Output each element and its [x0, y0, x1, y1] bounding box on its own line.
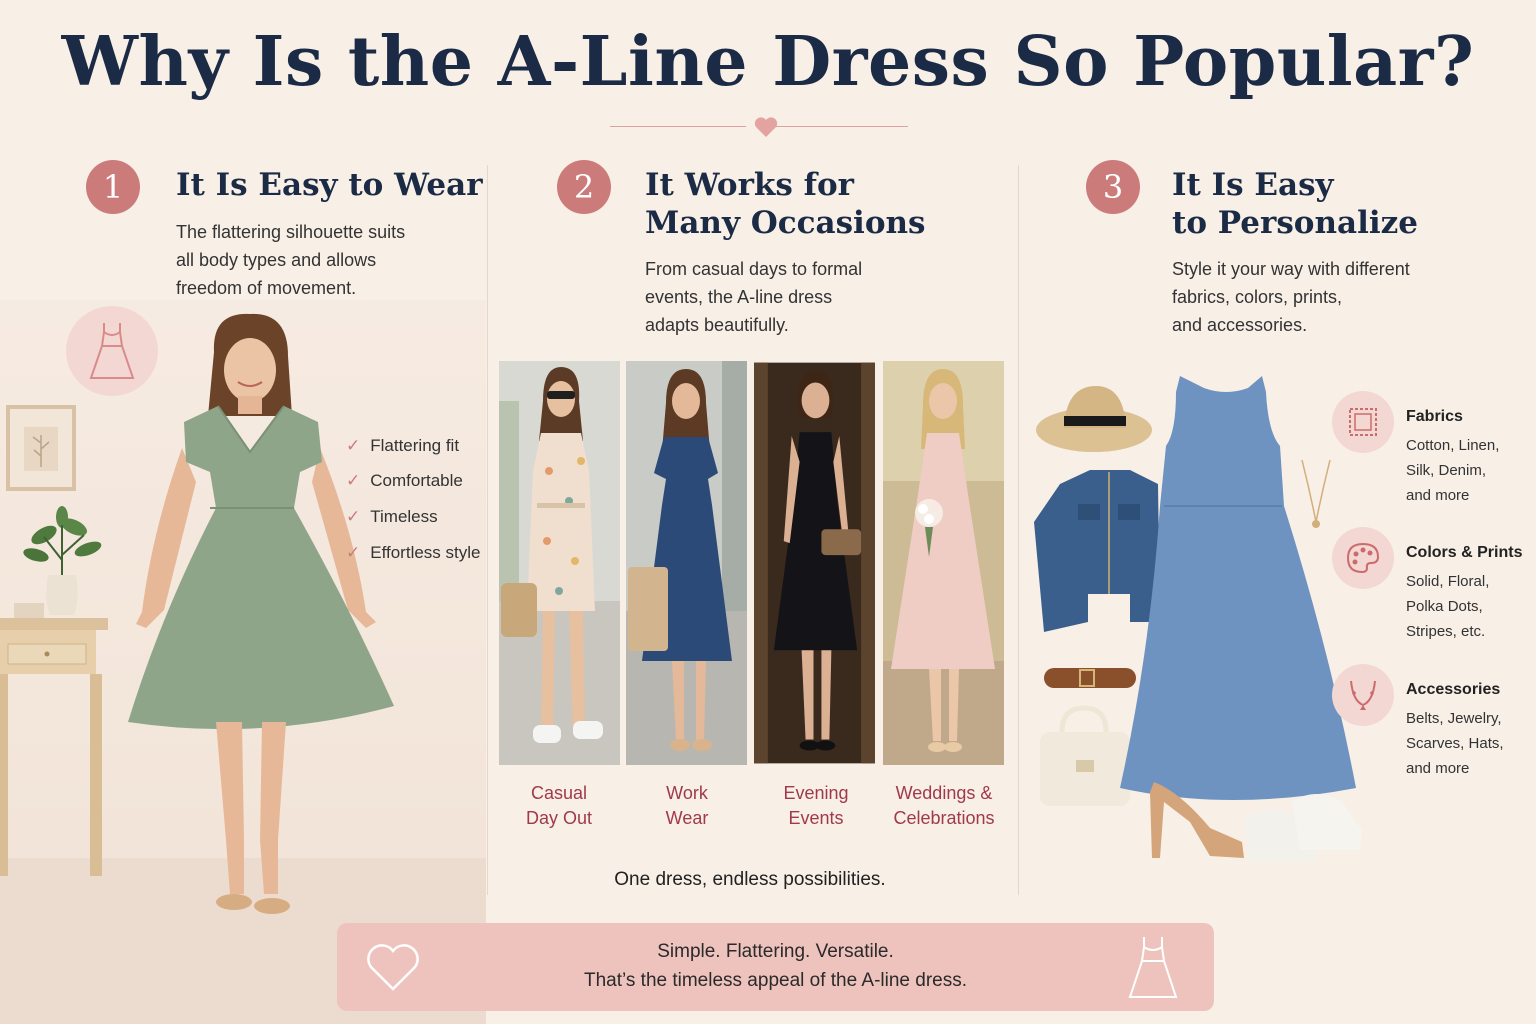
section-number-badge: 3	[1086, 160, 1140, 214]
summary-banner: Simple. Flattering. Versatile. That’s th…	[337, 923, 1214, 1011]
section-number-badge: 2	[557, 160, 611, 214]
attribute-title-fabrics: Fabrics	[1406, 408, 1463, 425]
banner-line-1: Simple. Flattering. Versatile.	[657, 941, 894, 962]
section-heading: It Is Easy to Personalize	[1172, 167, 1418, 241]
checklist-item: ✓ Effortless style	[346, 543, 481, 562]
flat-lay-outfit-image	[1034, 376, 1362, 862]
column-separator	[1018, 165, 1019, 895]
necklace-icon	[1332, 664, 1394, 726]
potted-plant-image	[14, 506, 102, 623]
attribute-text-fabrics: Cotton, Linen, Silk, Denim, and more	[1406, 437, 1500, 504]
check-icon: ✓	[346, 436, 361, 455]
checklist-item: ✓ Timeless	[346, 507, 438, 526]
palette-icon	[1332, 527, 1394, 589]
check-icon: ✓	[346, 507, 361, 526]
occasion-label-evening: Evening Events	[783, 783, 849, 828]
wall-art-frame	[6, 405, 76, 491]
occasion-label-casual: Casual Day Out	[525, 783, 593, 828]
page-title: Why Is the A-Line Dress So Popular?	[61, 22, 1475, 102]
heart-icon	[754, 117, 778, 137]
banner-line-2: That’s the timeless appeal of the A-line…	[583, 970, 968, 991]
check-icon: ✓	[346, 471, 361, 490]
section-heading: It Is Easy to Wear	[176, 167, 483, 203]
attribute-text-colors: Solid, Floral, Polka Dots, Stripes, etc.	[1406, 573, 1490, 640]
work-wear-photo	[626, 361, 747, 765]
section-heading: It Works for Many Occasions	[645, 167, 926, 241]
section-number-badge: 1	[86, 160, 140, 214]
attribute-text-accessories: Belts, Jewelry, Scarves, Hats, and more	[1406, 710, 1504, 777]
side-table-image	[0, 618, 108, 876]
section-tagline: One dress, endless possibilities.	[614, 869, 886, 890]
occasion-label-work: Work Wear	[665, 783, 709, 828]
checklist-item: ✓ Flattering fit	[346, 436, 460, 455]
section-description: From casual days to formal events, the A…	[645, 259, 863, 335]
fabric-swatch-icon	[1332, 391, 1394, 453]
check-icon: ✓	[346, 543, 361, 562]
title-divider-left	[610, 126, 746, 127]
evening-events-photo	[754, 362, 875, 764]
dress-outline-icon	[1128, 937, 1178, 998]
model-green-dress-image	[128, 313, 394, 914]
occasion-label-weddings: Weddings & Celebrations	[893, 783, 995, 828]
title-divider-right	[772, 126, 908, 127]
attribute-title-accessories: Accessories	[1406, 681, 1501, 698]
column-separator	[487, 165, 488, 895]
section-description: The flattering silhouette suits all body…	[176, 222, 406, 298]
attribute-title-colors: Colors & Prints	[1406, 544, 1523, 561]
casual-day-out-photo	[499, 361, 620, 765]
checklist-item: ✓ Comfortable	[346, 471, 463, 490]
section-description: Style it your way with different fabrics…	[1172, 259, 1410, 335]
weddings-celebrations-photo	[883, 361, 1004, 765]
